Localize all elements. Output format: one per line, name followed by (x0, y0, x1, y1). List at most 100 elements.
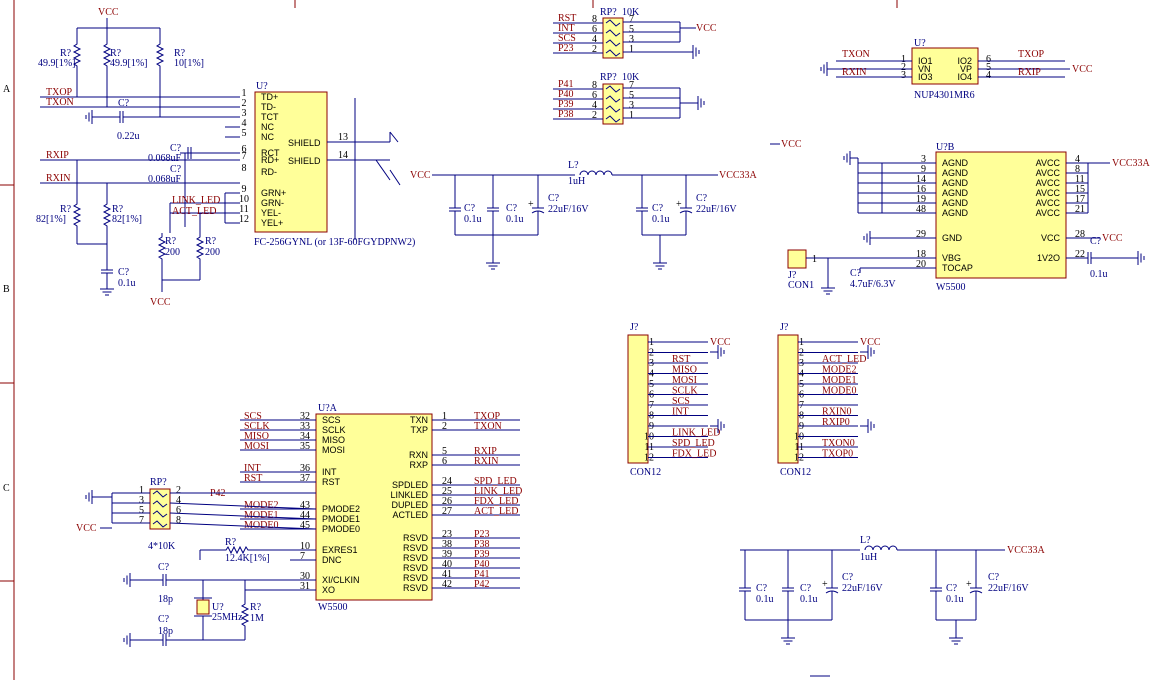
w5500a-pin-name: PMODE1 (322, 514, 360, 524)
r4-val: 82[1%] (36, 214, 66, 225)
p2-c1-ref: C? (756, 583, 768, 594)
r7-val: 200 (205, 247, 220, 258)
w5500b-pin-num: 21 (1075, 204, 1085, 215)
w5500a-pin-name: SCLK (322, 425, 346, 435)
nup-net-txon: TXON (842, 49, 870, 60)
rpack-pin-right: 1 (629, 44, 634, 55)
r3-val: 10[1%] (174, 58, 204, 69)
cx1-val: 18p (158, 594, 173, 605)
p1-c5-ref: C? (696, 193, 708, 204)
w5500b-pin-name: AVCC (1036, 178, 1061, 188)
rj45-section: VCC R? 49.9[1%] R? 49.9[1%] R? 10[1%] TX… (36, 7, 415, 308)
p1-c3-val: 22uF/16V (548, 204, 589, 215)
rj45-pin-name: RD- (261, 167, 277, 177)
rj45-pin-num: 7 (242, 151, 247, 162)
rj45-pin-num: 5 (242, 128, 247, 139)
nup-name: NUP4301MR6 (914, 90, 975, 101)
con12-net-label: SCS (672, 396, 690, 407)
rj45-pin-name: GRN+ (261, 188, 286, 198)
w5500b-pin-name: AVCC (1036, 188, 1061, 198)
rj45-shield-name-13: SHIELD (288, 138, 321, 148)
c1-ref: C? (118, 98, 130, 109)
w5500a-pin-num: 27 (442, 506, 452, 517)
row-label-a: A (3, 84, 11, 95)
xtal-val: 25MHz (212, 612, 243, 623)
floating-vcc: VCC (781, 139, 802, 150)
w5500b-ctocap-val: 4.7uF/6.3V (850, 279, 896, 290)
rj45-pin-name: YEL- (261, 208, 281, 218)
r6-ref: R? (165, 236, 177, 247)
w5500b-pin-name: AVCC (1036, 208, 1061, 218)
w5500a-pin-num: 2 (442, 421, 447, 432)
w5500a-net-label: ACT_LED (474, 506, 518, 517)
w5500a-net-label: TXON (474, 421, 502, 432)
rpack-3-group: RP? 4*10K P42 1 23 45 67 8 VCC (76, 477, 317, 552)
con12a-group: J? CON12 1 VCC23 RST4 MISO5 MOSI6 SCLK7 SCS8 IN… (627, 322, 731, 478)
net-txon-left: TXON (46, 97, 74, 108)
w5500a-pin-name: RSVD (403, 533, 429, 543)
w5500a-net-label: RST (244, 473, 262, 484)
rj45-pin-name: YEL+ (261, 218, 283, 228)
nup4301-group: U? NUP4301MR6 1 IO12 VN3 IO36IO25VP4IO4 TXO… (820, 38, 1093, 101)
cx2-val: 18p (158, 626, 173, 637)
rx-val: 1M (250, 613, 264, 624)
w5500b-pin-name: AGND (942, 198, 969, 208)
p1-c4-ref: C? (652, 203, 664, 214)
p1-c1-ref: C? (464, 203, 476, 214)
con12b-ref: J? (780, 322, 789, 333)
rj45-pin-name: NC (261, 122, 274, 132)
w5500a-pin-name: TXP (410, 425, 428, 435)
rj45-shield-pin-14: 14 (338, 150, 348, 161)
w5500a-net-label: MODE0 (244, 520, 278, 531)
w5500b-c1v2-val: 0.1u (1090, 269, 1108, 280)
rp3-ref: RP? (150, 477, 167, 488)
rx-ref: R? (250, 602, 262, 613)
con12-net-label: TXOP0 (822, 449, 853, 460)
net-rxip-left: RXIP (46, 150, 69, 161)
r1-val: 49.9[1%] (38, 58, 76, 69)
w5500a-net-label: RXIN (474, 456, 498, 467)
p2-vcc33: VCC33A (1007, 545, 1046, 556)
w5500a-net-label: P42 (474, 579, 490, 590)
rpack-pin-left: 7 (139, 515, 144, 526)
w5500a-pin-name: MISO (322, 435, 345, 445)
p2-c5-ref: C? (988, 572, 1000, 583)
rp2-ref: RP? (600, 72, 617, 83)
con1-body (787, 249, 807, 269)
p2-l-val: 1uH (860, 552, 877, 563)
w5500a-pin-name: RXN (409, 450, 428, 460)
nup-net-rxip: RXIP (1018, 67, 1041, 78)
rj45-pin-name: NC (261, 132, 274, 142)
w5500b-pin-name: AGND (942, 178, 969, 188)
w5500b-group: U?B W5500 3 AGND9 AGND14 AGND16 AGND19 AGND48… (787, 142, 1151, 295)
w5500b-pin-name: AGND (942, 188, 969, 198)
rj45-shield-pin-13: 13 (338, 132, 348, 143)
row-label-c: C (3, 483, 10, 494)
w5500b-pin-name: GND (942, 233, 963, 243)
rpack-pin-right: 8 (176, 515, 181, 526)
w5500a-pin-name: TXN (410, 415, 428, 425)
rj45-shield-name-14: SHIELD (288, 156, 321, 166)
rj45-pin-name: GRN- (261, 198, 284, 208)
con12-vcc: VCC (710, 337, 731, 348)
w5500a-pin-num: 37 (300, 473, 310, 484)
w5500b-ref: U?B (936, 142, 955, 153)
p2-c3-val: 22uF/16V (842, 583, 883, 594)
c2-val: 0.068uF (148, 153, 182, 164)
nup-pin-name: IO3 (918, 72, 933, 82)
con1-name: CON1 (788, 280, 814, 291)
c4-val: 0.1u (118, 278, 136, 289)
rpack-2-group: RP? 10K 8 7P416 5P404 3P392 1P38 (553, 72, 705, 125)
p2-c3-ref: C? (842, 572, 854, 583)
schematic-canvas: + A B C VCC R (0, 0, 1151, 680)
p2-c2-val: 0.1u (800, 594, 818, 605)
nup-vcc: VCC (1072, 64, 1093, 75)
w5500b-pin-name: AVCC (1036, 158, 1061, 168)
rj45-pin-name: TD+ (261, 92, 278, 102)
w5500b-pin-name: VCC (1041, 233, 1061, 243)
power-filter-2: C? 0.1u C? 0.1u C? 22uF/16V L? 1uH VCC33… (738, 535, 1046, 645)
w5500b-pin-name: VBG (942, 253, 961, 263)
w5500b-pin-name: AGND (942, 168, 969, 178)
rp3-vcc: VCC (76, 523, 97, 534)
p1-c5-val: 22uF/16V (696, 204, 737, 215)
